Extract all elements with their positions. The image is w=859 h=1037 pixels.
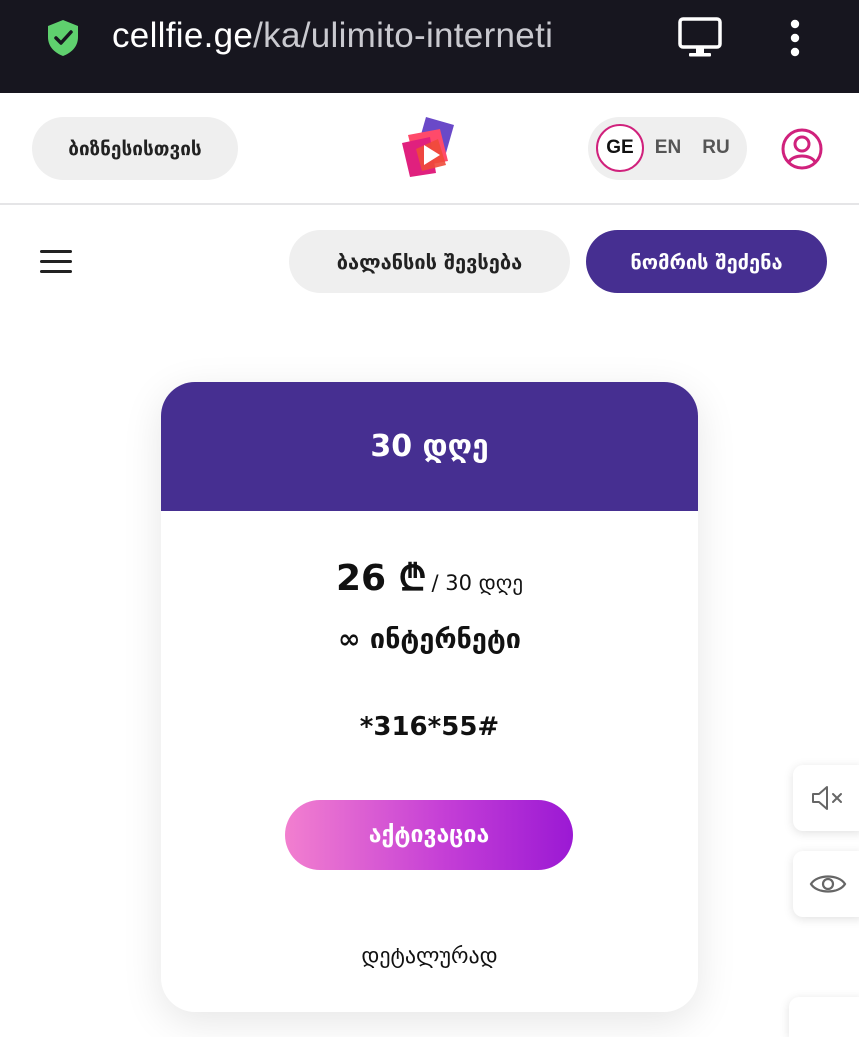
activate-button[interactable]: აქტივაცია bbox=[285, 800, 573, 870]
ussd-code: *316*55# bbox=[359, 712, 500, 742]
card-title: 30 დღე bbox=[161, 382, 698, 511]
feature-unlimited-internet: ∞ ინტერნეტი bbox=[337, 624, 521, 655]
desktop-icon[interactable] bbox=[678, 17, 722, 59]
side-widget-partial[interactable] bbox=[789, 997, 859, 1037]
url-path: /ka/ulimito-interneti bbox=[253, 16, 554, 55]
business-button[interactable]: ბიზნესისთვის bbox=[32, 117, 238, 180]
url-text[interactable]: cellfie.ge/ka/ulimito-interneti bbox=[112, 16, 553, 56]
lang-en[interactable]: EN bbox=[644, 124, 692, 172]
lang-ge[interactable]: GE bbox=[596, 124, 644, 172]
more-vert-icon[interactable] bbox=[782, 18, 808, 58]
user-icon[interactable] bbox=[780, 127, 824, 171]
eye-icon bbox=[809, 875, 847, 893]
price: 26 ₾ bbox=[336, 558, 427, 599]
shield-check-icon bbox=[48, 20, 78, 56]
buy-number-button[interactable]: ნომრის შეძენა bbox=[586, 230, 827, 293]
language-switcher: GE EN RU bbox=[588, 117, 747, 180]
tariff-card: 30 დღე 26 ₾ / 30 დღე ∞ ინტერნეტი *316*55… bbox=[161, 382, 698, 1012]
cellfie-logo[interactable] bbox=[396, 115, 464, 183]
details-link[interactable]: დეტალურად bbox=[161, 944, 698, 969]
price-row: 26 ₾ / 30 დღე bbox=[161, 552, 698, 601]
price-period: / 30 დღე bbox=[431, 571, 523, 595]
balance-topup-button[interactable]: ბალანსის შევსება bbox=[289, 230, 570, 293]
site-header: ბიზნესისთვის GE EN RU bbox=[0, 93, 859, 205]
browser-url-bar: cellfie.ge/ka/ulimito-interneti bbox=[0, 0, 859, 93]
visibility-toggle[interactable] bbox=[793, 851, 859, 917]
hamburger-menu-icon[interactable] bbox=[40, 250, 72, 274]
speaker-mute-icon bbox=[812, 786, 842, 810]
url-domain: cellfie.ge bbox=[112, 16, 254, 55]
lang-ru[interactable]: RU bbox=[692, 124, 740, 172]
mute-toggle[interactable] bbox=[793, 765, 859, 831]
